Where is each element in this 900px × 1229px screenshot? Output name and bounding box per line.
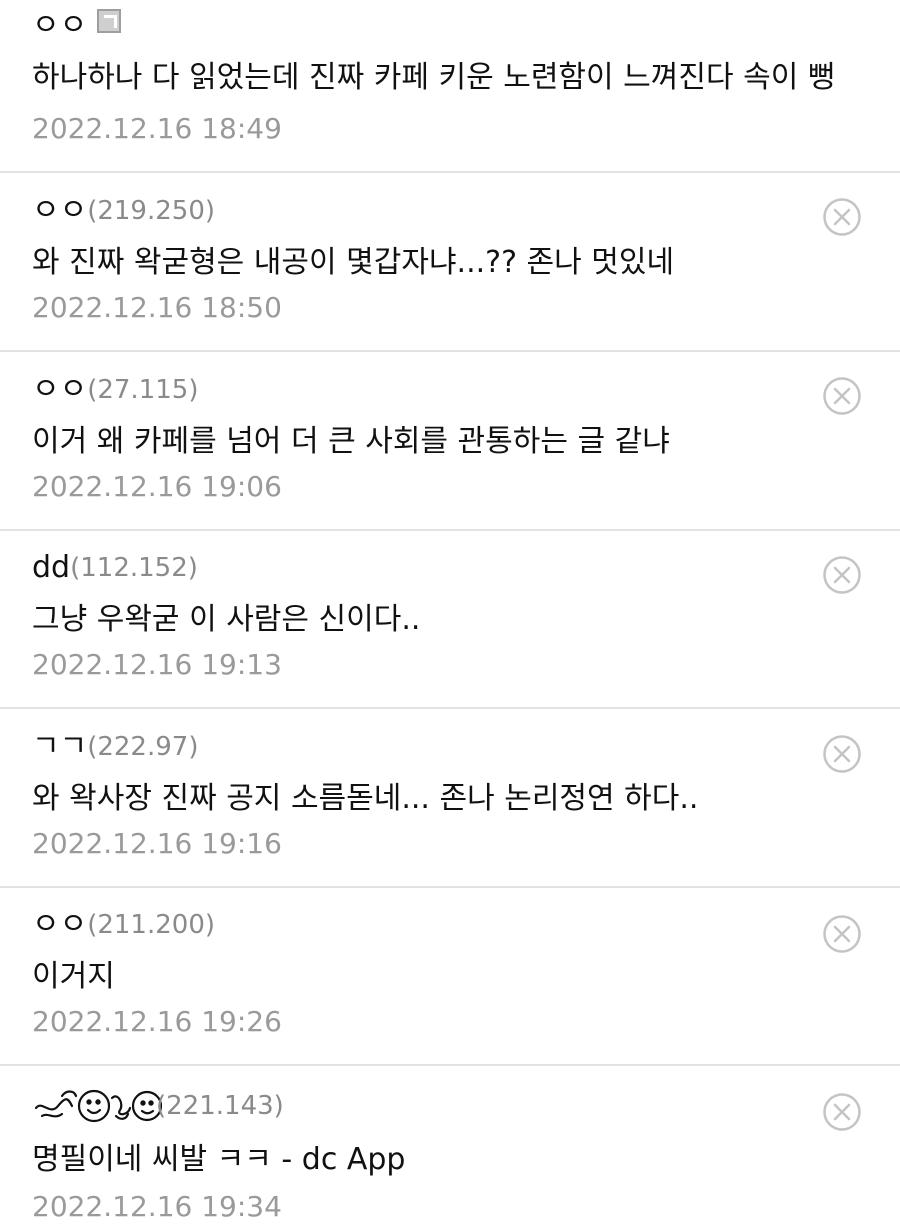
circle-x-icon <box>823 377 861 415</box>
comment-item: ㅇㅇ (211.200) 이거지 2022.12.16 19:26 <box>0 887 900 1066</box>
comment-date: 2022.12.16 19:06 <box>32 470 282 503</box>
comment-body: 명필이네 씨발 ㅋㅋ - dc App <box>32 1142 406 1177</box>
comment-nickname[interactable]: ㅇㅇ <box>32 905 87 945</box>
comment-nickname[interactable]: ㅇㅇ <box>32 370 87 410</box>
comment-author[interactable]: ㅇㅇ <box>32 6 122 46</box>
comment-date: 2022.12.16 19:16 <box>32 827 282 860</box>
comment-date: 2022.12.16 19:34 <box>32 1190 282 1223</box>
comment-nickname[interactable]: ㄱㄱ <box>32 727 87 767</box>
comment-date: 2022.12.16 18:50 <box>32 291 282 324</box>
comment-item: dd (112.152) 그냥 우왁굳 이 사람은 신이다.. 2022.12.… <box>0 530 900 709</box>
circle-x-icon <box>823 198 861 236</box>
comment-author[interactable]: ㅇㅇ (27.115) <box>32 370 198 410</box>
comment-ip: (211.200) <box>87 910 216 940</box>
comment-item: (221.143) 명필이네 씨발 ㅋㅋ - dc App 2022.12.16… <box>0 1066 900 1229</box>
comment-body: 이거지 <box>32 959 115 994</box>
circle-x-icon <box>823 1093 861 1131</box>
comment-nickname[interactable]: dd <box>32 548 70 588</box>
circle-x-icon <box>823 556 861 594</box>
delete-comment-button[interactable] <box>822 555 862 595</box>
comment-item: ㅇㅇ (219.250) 와 진짜 왁굳형은 내공이 몇갑자냐...?? 존나 … <box>0 173 900 352</box>
comment-date: 2022.12.16 19:26 <box>32 1005 282 1038</box>
comment-author[interactable]: dd (112.152) <box>32 548 198 588</box>
comment-list: ㅇㅇ 하나하나 다 읽었는데 진짜 카페 키운 노련함이 느껴진다 속이 뻥 2… <box>0 0 900 1229</box>
comment-ip: (112.152) <box>70 553 198 583</box>
comment-nickname[interactable]: ㅇㅇ <box>32 191 87 231</box>
circle-x-icon <box>823 735 861 773</box>
comment-author[interactable]: ㅇㅇ (219.250) <box>32 191 215 231</box>
delete-comment-button[interactable] <box>822 914 862 954</box>
comment-author[interactable]: ㄱㄱ (222.97) <box>32 727 198 767</box>
comment-item: ㅇㅇ (27.115) 이거 왜 카페를 넘어 더 큰 사회를 관통하는 글 같… <box>0 352 900 531</box>
comment-author[interactable]: ㅇㅇ (211.200) <box>32 905 215 945</box>
comment-date: 2022.12.16 18:49 <box>32 112 282 145</box>
delete-comment-button[interactable] <box>822 376 862 416</box>
comment-item: ㅇㅇ 하나하나 다 읽었는데 진짜 카페 키운 노련함이 느껴진다 속이 뻥 2… <box>0 0 900 173</box>
comment-nickname[interactable]: ㅇㅇ <box>32 6 87 46</box>
comment-body: 와 진짜 왁굳형은 내공이 몇갑자냐...?? 존나 멋있네 <box>32 245 675 280</box>
comment-date: 2022.12.16 19:13 <box>32 648 282 681</box>
delete-comment-button[interactable] <box>822 1092 862 1132</box>
comment-ip: (27.115) <box>87 375 199 405</box>
comment-author[interactable]: (221.143) <box>32 1086 284 1126</box>
comment-body: 그냥 우왁굳 이 사람은 신이다.. <box>32 602 421 637</box>
comment-body: 하나하나 다 읽었는데 진짜 카페 키운 노련함이 느껴진다 속이 뻥 <box>32 60 836 95</box>
comment-ip: (222.97) <box>87 732 199 762</box>
dccon-nick-image[interactable] <box>32 1086 162 1126</box>
comment-ip: (221.143) <box>156 1091 284 1121</box>
circle-x-icon <box>823 915 861 953</box>
delete-comment-button[interactable] <box>822 197 862 237</box>
comment-ip: (219.250) <box>87 196 216 226</box>
delete-comment-button[interactable] <box>822 734 862 774</box>
fixed-nick-icon <box>97 9 122 33</box>
comment-body: 와 왁사장 진짜 공지 소름돋네... 존나 논리정연 하다.. <box>32 781 699 816</box>
comment-item: ㄱㄱ (222.97) 와 왁사장 진짜 공지 소름돋네... 존나 논리정연 … <box>0 709 900 888</box>
comment-body: 이거 왜 카페를 넘어 더 큰 사회를 관통하는 글 같냐 <box>32 424 670 459</box>
